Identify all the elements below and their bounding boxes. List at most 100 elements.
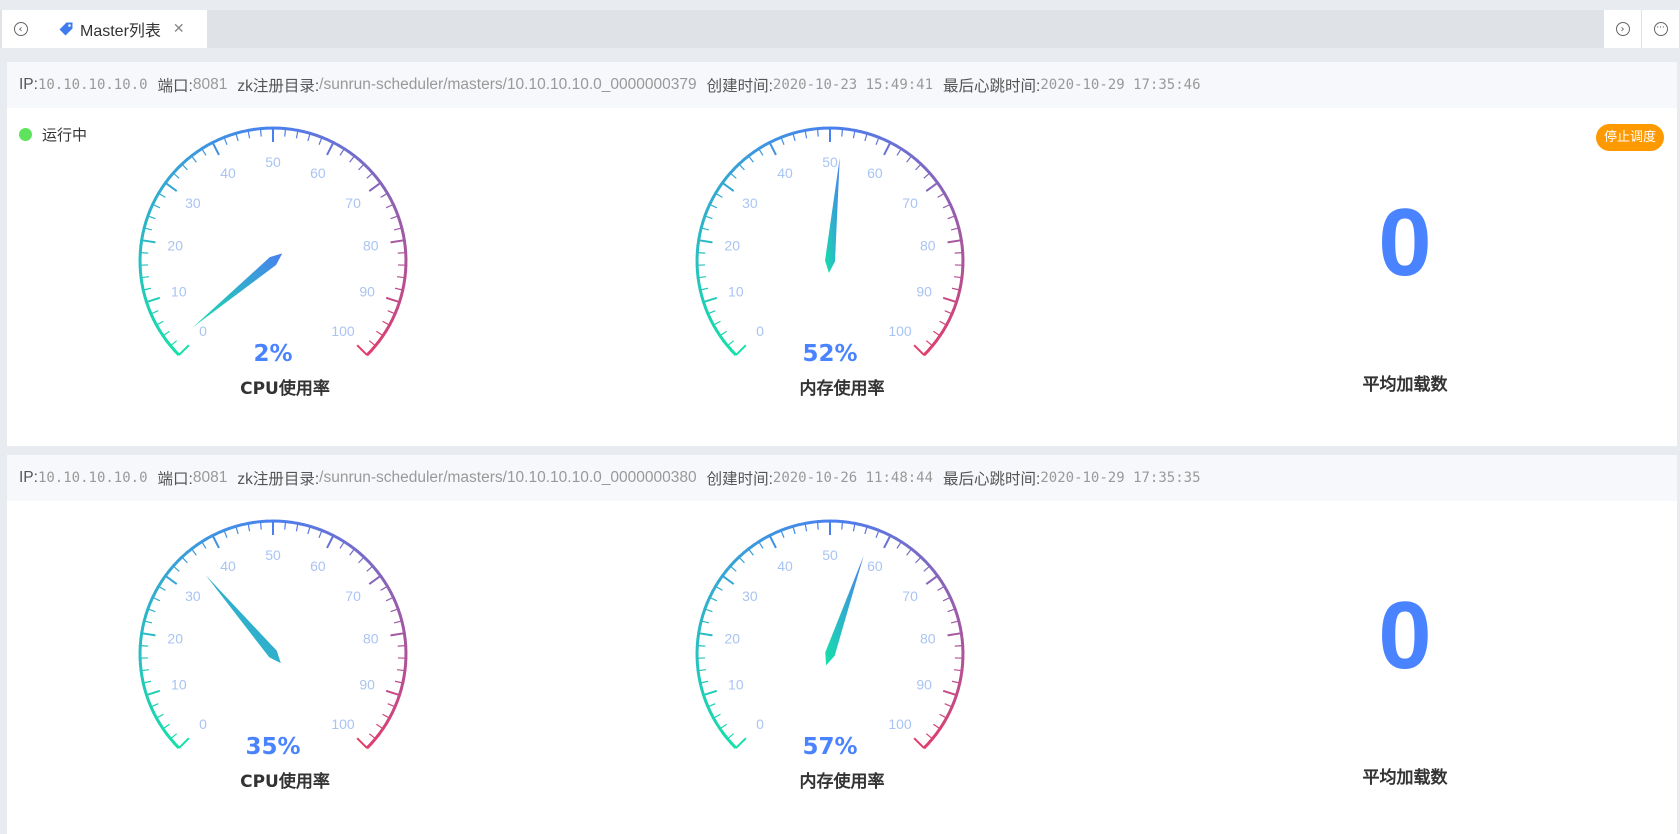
gauge-major-tick bbox=[698, 239, 713, 244]
gauge-tick-label: 0 bbox=[199, 716, 207, 732]
gauge-minor-tick bbox=[954, 252, 963, 254]
gauge-tick-label: 40 bbox=[220, 165, 236, 181]
gauge-major-tick bbox=[721, 182, 735, 192]
gauge-arc-segment bbox=[168, 564, 175, 572]
gauge-arc-segment bbox=[155, 324, 161, 332]
gauge-minor-tick bbox=[380, 585, 388, 591]
gauge-minor-tick bbox=[380, 192, 388, 198]
gauge-tick-label: 100 bbox=[888, 716, 912, 732]
gauge-minor-tick bbox=[707, 703, 716, 708]
gauge-arc-segment bbox=[229, 131, 237, 137]
gauge-arc-segment bbox=[139, 670, 144, 678]
gauge-arc-segment bbox=[726, 344, 733, 352]
gauge-minor-tick bbox=[181, 163, 188, 171]
gauge-arc-segment bbox=[358, 158, 366, 166]
gauge-minor-tick bbox=[162, 330, 170, 337]
gauge-arc-segment bbox=[140, 283, 145, 291]
cpu-gauge: 0 10 20 30 40 50 60 70 80 90 100 2% bbox=[135, 108, 435, 408]
gauge-arc-segment bbox=[798, 128, 806, 134]
gauge-arc-segment bbox=[712, 717, 718, 725]
gauge-minor-tick bbox=[376, 330, 384, 337]
gauge-minor-tick bbox=[923, 172, 931, 179]
gauge-arc-segment bbox=[382, 187, 389, 195]
gauge-arc-segment bbox=[374, 339, 381, 347]
ip-value: 10.10.10.10.0 bbox=[37, 470, 148, 486]
gauge-arc-segment bbox=[752, 540, 760, 547]
gauge-arc-segment bbox=[729, 560, 736, 568]
gauge-arc-segment bbox=[698, 682, 704, 690]
gauge-minor-tick bbox=[937, 192, 945, 198]
tab-more-button[interactable]: ··· bbox=[1642, 10, 1679, 48]
gauge-arc-segment bbox=[960, 246, 965, 254]
gauge-arc-segment bbox=[696, 670, 701, 678]
gauge-arc-segment bbox=[939, 187, 946, 195]
gauge-tick-label: 10 bbox=[728, 284, 744, 300]
gauge-arc-segment bbox=[786, 524, 794, 530]
gauge-arc-segment bbox=[704, 700, 710, 708]
gauge-arc-segment bbox=[715, 329, 722, 337]
gauge-major-tick bbox=[883, 142, 892, 156]
stop-schedule-button[interactable]: 停止调度 bbox=[1595, 124, 1664, 151]
gauge-minor-tick bbox=[201, 541, 207, 549]
gauge-tick-label: 40 bbox=[777, 165, 793, 181]
gauge-major-tick bbox=[368, 182, 382, 192]
tab-prev-button[interactable]: ‹ bbox=[2, 10, 39, 48]
cpu-gauge-dial: 0 10 20 30 40 50 60 70 80 90 100 2% bbox=[138, 126, 408, 367]
gauge-arc-segment bbox=[705, 203, 712, 211]
gauge-arc-segment bbox=[910, 154, 918, 162]
gauge-arc-segment bbox=[353, 547, 361, 555]
close-icon[interactable]: ✕ bbox=[173, 21, 185, 37]
ip-value: 10.10.10.10.0 bbox=[37, 77, 148, 93]
gauge-arc-segment bbox=[931, 732, 938, 740]
gauge-tick-label: 50 bbox=[822, 547, 838, 563]
tab-next-button[interactable]: › bbox=[1604, 10, 1641, 48]
gauge-minor-tick bbox=[896, 541, 902, 549]
gauge-arc-segment bbox=[924, 560, 932, 568]
gauge-minor-tick bbox=[150, 703, 159, 708]
gauge-arc-segment bbox=[285, 520, 293, 524]
status-text: 运行中 bbox=[42, 126, 88, 144]
gauge-minor-tick bbox=[170, 733, 178, 740]
gauge-arc-segment bbox=[297, 521, 305, 527]
gauge-arc-segment bbox=[200, 537, 209, 544]
gauge-arc-segment bbox=[943, 192, 949, 200]
gauge-minor-tick bbox=[944, 703, 953, 708]
gauge-major-tick bbox=[146, 296, 161, 304]
gauge-arc-segment bbox=[338, 144, 346, 151]
gauge-arc-segment bbox=[705, 596, 712, 604]
gauge-minor-tick bbox=[942, 203, 951, 209]
gauge-major-tick bbox=[942, 689, 957, 697]
gauge-arc-segment bbox=[798, 521, 806, 527]
gauge-major-tick bbox=[768, 535, 777, 549]
gauge-arc-segment bbox=[348, 544, 356, 551]
gauge-minor-tick bbox=[358, 163, 365, 171]
gauge-arc-segment bbox=[915, 158, 923, 166]
gauge-arc-segment bbox=[141, 620, 146, 628]
gauge-arc-segment bbox=[371, 172, 379, 180]
gauge-arc-segment bbox=[315, 526, 323, 532]
gauge-minor-tick bbox=[707, 310, 716, 315]
gauge-arc-segment bbox=[951, 602, 957, 610]
gauge-minor-tick bbox=[875, 137, 880, 145]
gauge-arc-segment bbox=[866, 131, 874, 137]
gauge-major-tick bbox=[356, 344, 368, 356]
gauge-minor-tick bbox=[223, 530, 228, 538]
gauge-tick-label: 10 bbox=[171, 677, 187, 693]
gauge-major-tick bbox=[385, 296, 400, 304]
gauge-arc-segment bbox=[172, 167, 179, 175]
gauge-arc-segment bbox=[915, 551, 923, 559]
gauge-minor-tick bbox=[906, 548, 912, 556]
cpu-gauge-title: CPU使用率 bbox=[240, 379, 330, 399]
gauge-minor-tick bbox=[713, 320, 721, 326]
gauge-arc-segment bbox=[393, 700, 399, 708]
load-average-value: 0 bbox=[1378, 582, 1432, 689]
tab-master-list[interactable]: Master列表 ✕ bbox=[39, 10, 207, 48]
gauge-arc-segment bbox=[309, 131, 317, 137]
gauge-minor-tick bbox=[748, 155, 754, 163]
gauge-minor-tick bbox=[358, 556, 365, 564]
gauge-minor-tick bbox=[366, 565, 374, 572]
gauge-tick-label: 90 bbox=[916, 677, 932, 693]
gauge-major-tick bbox=[326, 142, 335, 156]
gauge-major-tick bbox=[178, 737, 190, 749]
gauge-tick-label: 30 bbox=[185, 588, 201, 604]
